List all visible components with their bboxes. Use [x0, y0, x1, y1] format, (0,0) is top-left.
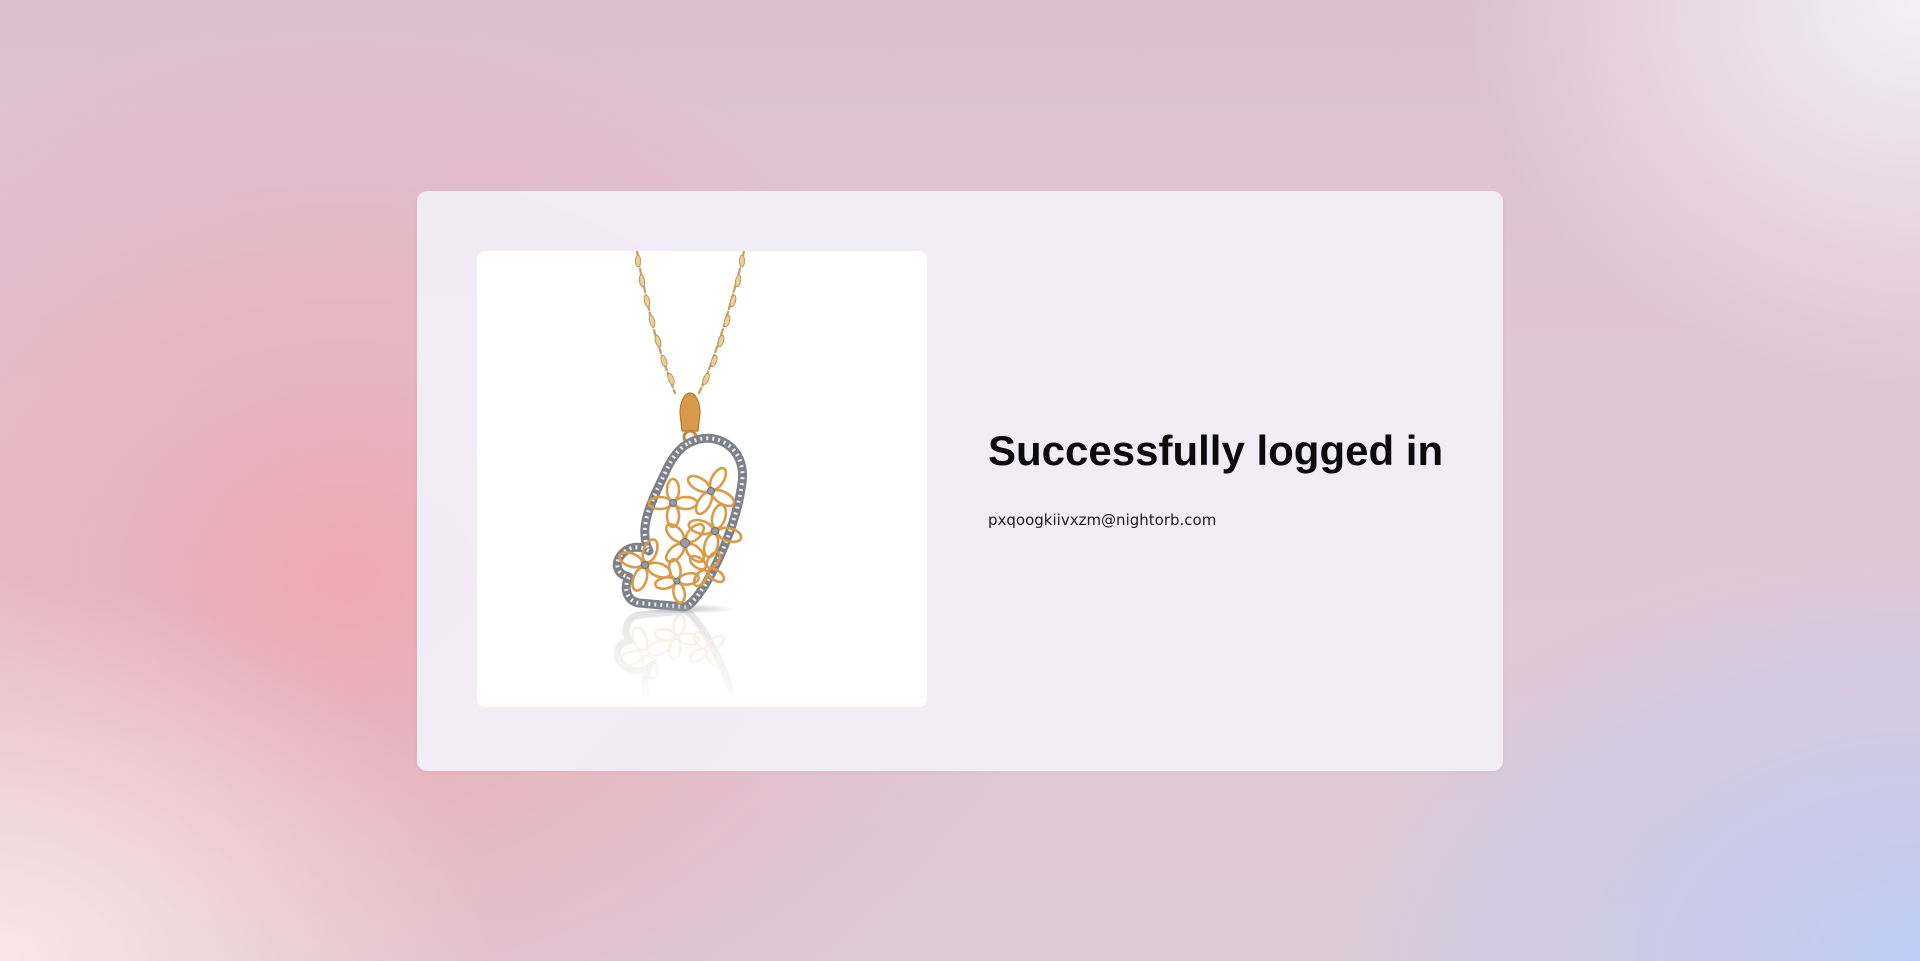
- account-email: pxqoogkiivxzm@nightorb.com: [988, 511, 1217, 529]
- product-image: [477, 251, 927, 707]
- heart-pendant-necklace-image: [477, 251, 927, 707]
- success-heading: Successfully logged in: [988, 427, 1444, 474]
- login-success-card: Successfully logged in pxqoogkiivxzm@nig…: [417, 191, 1503, 771]
